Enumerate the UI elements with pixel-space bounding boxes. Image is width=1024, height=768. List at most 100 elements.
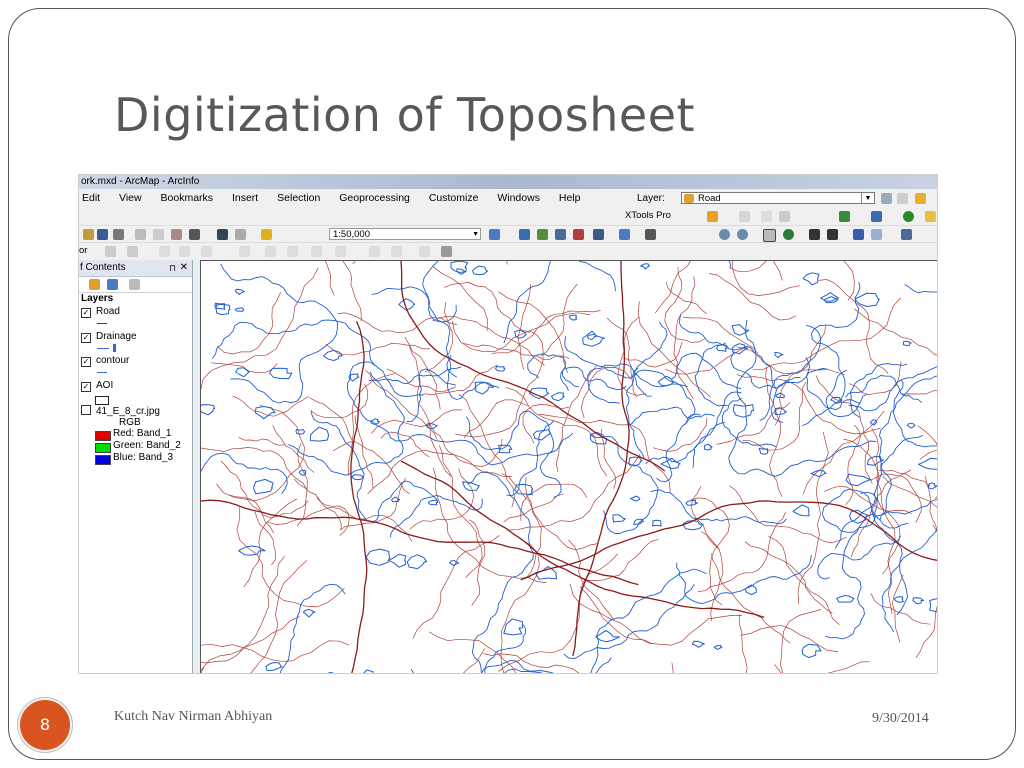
aoi-symbol[interactable] [95,396,109,405]
select-features-icon[interactable] [901,229,912,240]
zoom-out-icon[interactable] [737,229,748,240]
list-by-drawing-order-icon[interactable] [89,279,100,290]
info-icon[interactable] [903,211,914,222]
sketch-icon[interactable] [897,193,908,204]
menu-customize[interactable]: Customize [429,189,479,208]
toc-window-icon[interactable] [519,229,530,240]
toc-layers-root[interactable]: Layers [81,293,113,304]
menu-view[interactable]: View [119,189,142,208]
xtools-menu[interactable]: XTools Pro [625,210,671,221]
reshape-icon[interactable] [265,246,276,257]
drainage-line [709,273,797,321]
pencil-icon[interactable] [761,211,772,222]
straight-segment-icon[interactable] [159,246,170,257]
cut-icon[interactable] [135,229,146,240]
fixed-zoom-out-icon[interactable] [827,229,838,240]
road-line [201,499,639,586]
modelbuilder-icon[interactable] [619,229,630,240]
full-extent-icon[interactable] [783,229,794,240]
copy-icon[interactable] [153,229,164,240]
attributes-icon[interactable] [915,193,926,204]
menu-bookmarks[interactable]: Bookmarks [161,189,214,208]
cut-polygon-icon[interactable] [287,246,298,257]
vertices-icon[interactable] [335,246,346,257]
road-symbol[interactable] [97,323,107,324]
map-scale-input[interactable]: 1:50,000 ▼ [329,228,481,240]
menu-selection[interactable]: Selection [277,189,320,208]
layer-select[interactable]: Road ▼ [681,192,875,204]
drainage-line [701,531,724,622]
xtools-icon[interactable] [707,211,718,222]
band-swatch-blue[interactable] [95,455,111,465]
edit-vertex-icon[interactable] [881,193,892,204]
editor-menu[interactable]: or [79,245,87,256]
sketch-properties-icon[interactable] [391,246,402,257]
layer-checkbox[interactable]: ✓ [81,357,91,367]
split-icon[interactable] [239,246,250,257]
endpoint-arc-icon[interactable] [179,246,190,257]
toolbar-options-icon[interactable] [441,246,452,257]
rotate-icon[interactable] [311,246,322,257]
redo-icon[interactable] [235,229,246,240]
grid-icon[interactable] [779,211,790,222]
search-window-icon[interactable] [555,229,566,240]
zoom-in-icon[interactable] [719,229,730,240]
layer-checkbox[interactable]: ✓ [81,333,91,343]
python-window-icon[interactable] [593,229,604,240]
save-icon[interactable] [97,229,108,240]
drainage-line [690,497,730,606]
list-by-source-icon[interactable] [107,279,118,290]
contour-blob [302,608,316,618]
open-icon[interactable] [83,229,94,240]
toc-layer-contour[interactable]: ✓ contour [81,355,129,367]
drainage-line [352,261,356,265]
layer-checkbox[interactable] [81,405,91,415]
menu-help[interactable]: Help [559,189,581,208]
whats-this-icon[interactable] [645,229,656,240]
chevron-down-icon[interactable]: ▼ [472,229,479,241]
trace-icon[interactable] [201,246,212,257]
options-icon[interactable] [129,279,140,290]
editor-toolbar-icon[interactable] [489,229,500,240]
menu-insert[interactable]: Insert [232,189,258,208]
back-icon[interactable] [853,229,864,240]
add-data-icon[interactable] [839,211,850,222]
edit-tool-icon[interactable] [105,246,116,257]
edit-annotation-icon[interactable] [127,246,138,257]
pin-icon[interactable]: ⊓ [169,260,176,276]
menu-edit[interactable]: Edit [82,189,100,208]
layer-checkbox[interactable]: ✓ [81,382,91,392]
map-canvas[interactable] [201,261,938,674]
chevron-down-icon[interactable]: ▼ [861,193,874,203]
layout-icon[interactable] [871,211,882,222]
paste-icon[interactable] [171,229,182,240]
fixed-zoom-in-icon[interactable] [809,229,820,240]
identify-icon[interactable] [925,211,936,222]
band-swatch-red[interactable] [95,431,111,441]
attributes-icon[interactable] [369,246,380,257]
pan-icon[interactable] [763,229,776,242]
contour-symbol[interactable] [97,372,107,373]
arctoolbox-icon[interactable] [573,229,584,240]
toc-layer-raster[interactable]: 41_E_8_cr.jpg [81,405,160,417]
forward-icon[interactable] [871,229,882,240]
add-data-icon[interactable] [261,229,272,240]
toc-layer-road[interactable]: ✓ Road [81,306,120,318]
map-display[interactable] [200,260,938,674]
drainage-symbol[interactable] [97,348,109,349]
layer-checkbox[interactable]: ✓ [81,308,91,318]
table-icon[interactable] [739,211,750,222]
delete-icon[interactable] [189,229,200,240]
toc-layer-drainage[interactable]: ✓ Drainage [81,331,137,343]
print-icon[interactable] [113,229,124,240]
menu-windows[interactable]: Windows [497,189,540,208]
close-icon[interactable]: ✕ [180,260,188,276]
toc-layer-aoi[interactable]: ✓ AOI [81,380,113,392]
create-features-icon[interactable] [419,246,430,257]
catalog-icon[interactable] [537,229,548,240]
contour-line [650,489,787,525]
menu-geoprocessing[interactable]: Geoprocessing [339,189,410,208]
band-swatch-green[interactable] [95,443,111,453]
undo-icon[interactable] [217,229,228,240]
drainage-line [780,609,821,673]
